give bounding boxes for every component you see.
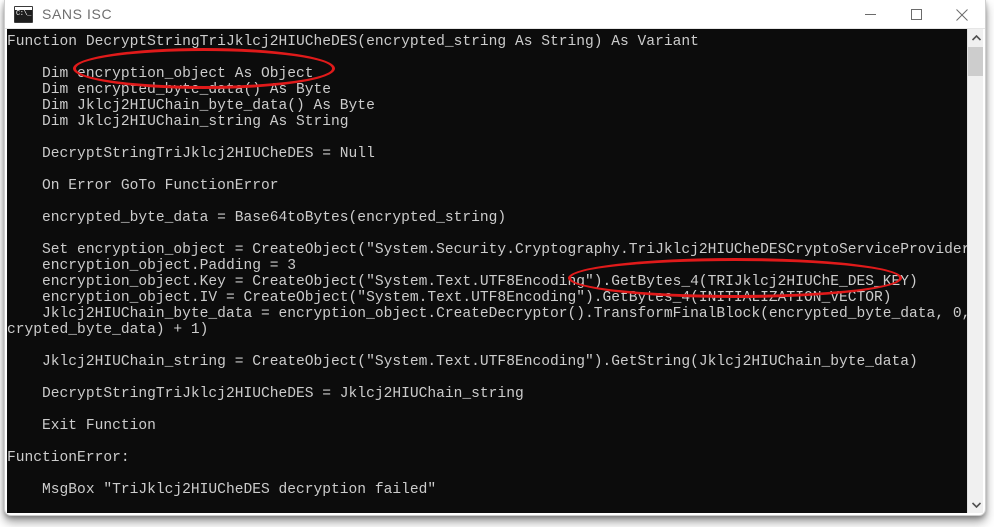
maximize-button[interactable] [893, 0, 939, 29]
code-text-area[interactable]: Function DecryptStringTriJklcj2HIUCheDES… [7, 29, 967, 513]
window-controls [847, 0, 985, 29]
vertical-scrollbar[interactable] [967, 29, 983, 513]
minimize-button[interactable] [847, 0, 893, 29]
screenshot-root: C:\_ SANS ISC Function DecryptStringTriJ… [0, 0, 994, 527]
chevron-up-icon[interactable] [968, 29, 983, 46]
close-button[interactable] [939, 0, 985, 29]
window-title: SANS ISC [42, 6, 113, 22]
console-body: Function DecryptStringTriJklcj2HIUCheDES… [7, 29, 983, 513]
console-window: C:\_ SANS ISC Function DecryptStringTriJ… [4, 0, 986, 516]
console-icon-glyph: C:\_ [16, 9, 31, 18]
scrollbar-thumb[interactable] [968, 47, 983, 76]
source-code: Function DecryptStringTriJklcj2HIUCheDES… [7, 34, 967, 498]
chevron-down-icon[interactable] [968, 496, 983, 513]
console-icon: C:\_ [14, 5, 33, 23]
title-bar[interactable]: C:\_ SANS ISC [5, 0, 985, 29]
